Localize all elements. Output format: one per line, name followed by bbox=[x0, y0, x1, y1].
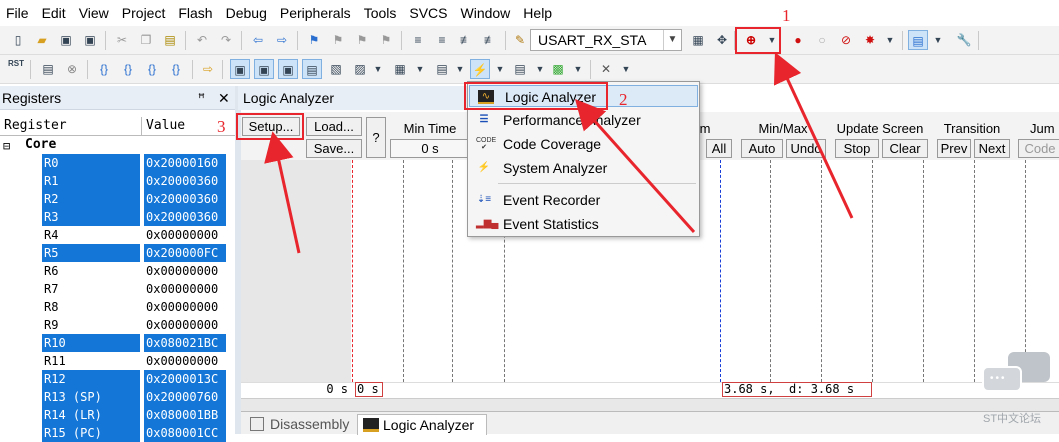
watermark-text: ST中文论坛 bbox=[983, 413, 1042, 425]
watermark-logo: ••• bbox=[980, 352, 1052, 404]
annotation-arrows bbox=[264, 52, 854, 254]
arrow-to-setup bbox=[264, 131, 301, 254]
arrow-to-logic-analyzer-item bbox=[574, 99, 696, 234]
dots-icon: ••• bbox=[990, 373, 1007, 384]
arrow-to-debug-session bbox=[773, 52, 854, 219]
